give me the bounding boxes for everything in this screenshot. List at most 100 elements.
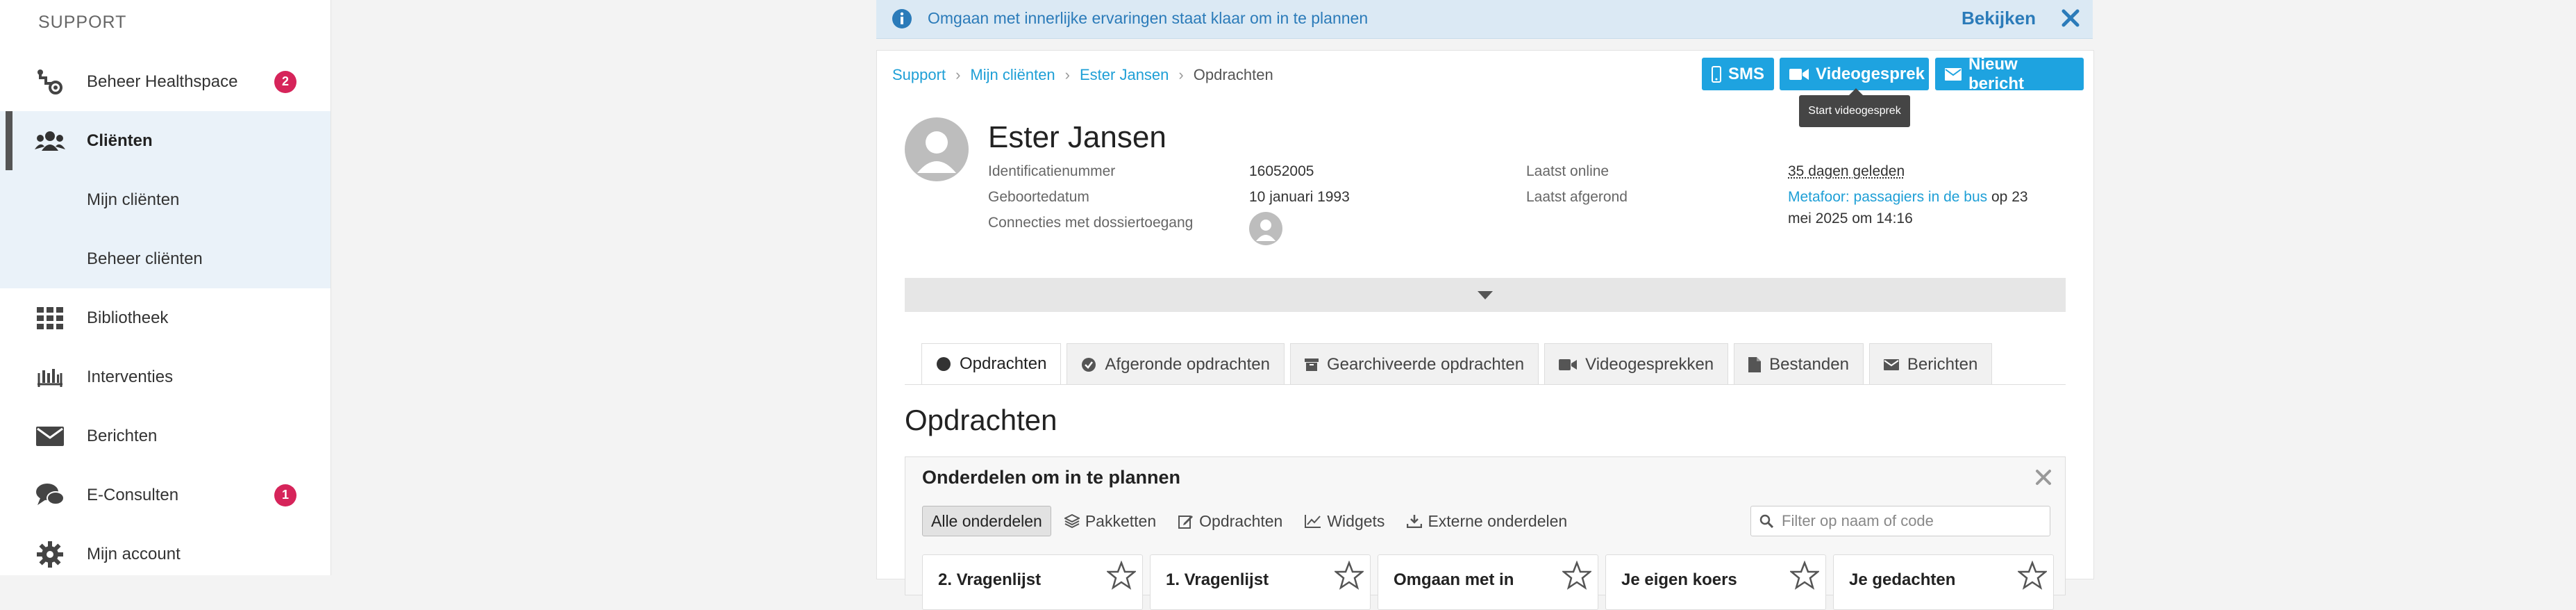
sidebar-item-interventies[interactable]: Interventies — [0, 347, 331, 406]
last-completed-suffix: op 23 — [1987, 189, 2028, 205]
last-completed-label: Laatst afgerond — [1526, 189, 1628, 205]
filter-all-items[interactable]: Alle onderdelen — [922, 506, 1051, 536]
tab-afgeronde-opdrachten[interactable]: Afgeronde opdrachten — [1067, 343, 1285, 385]
sidebar-item-e-consulten[interactable]: E-Consulten 1 — [0, 465, 331, 525]
notification-bar: Omgaan met innerlijke ervaringen staat k… — [876, 0, 2093, 39]
star-icon[interactable] — [1335, 561, 1364, 590]
star-icon[interactable] — [2018, 561, 2047, 590]
last-completed-link[interactable]: Metafoor: passagiers in de bus — [1788, 189, 1987, 205]
sidebar-item-beheer-healthspace[interactable]: Beheer Healthspace 2 — [0, 52, 331, 111]
tab-berichten[interactable]: Berichten — [1868, 343, 1993, 385]
sidebar-header: SUPPORT — [38, 13, 127, 32]
sidebar-item-label: Mijn account — [87, 544, 181, 563]
id-label: Identificatienummer — [988, 163, 1116, 179]
new-message-button-label: Nieuw bericht — [1968, 54, 2025, 93]
sms-button-label: SMS — [1728, 64, 1765, 83]
tab-label: Bestanden — [1769, 354, 1849, 374]
plan-item-tile[interactable]: 1. Vragenlijst — [1150, 554, 1371, 610]
sidebar-item-label: Cliënten — [87, 131, 153, 150]
plan-item-tile[interactable]: Omgaan met in — [1378, 554, 1598, 610]
layers-icon — [1064, 514, 1080, 528]
filter-packages[interactable]: Pakketten — [1055, 506, 1165, 536]
main-content: Omgaan met innerlijke ervaringen staat k… — [876, 0, 2094, 610]
plan-item-tile[interactable]: Je eigen koers — [1605, 554, 1826, 610]
breadcrumb-link[interactable]: Ester Jansen — [1080, 66, 1169, 84]
sidebar-item-clienten[interactable]: Cliënten — [0, 111, 331, 170]
tab-label: Afgeronde opdrachten — [1105, 354, 1270, 374]
sidebar-item-mijn-account[interactable]: Mijn account — [0, 525, 331, 575]
notification-text: Omgaan met innerlijke ervaringen staat k… — [928, 9, 1369, 27]
breadcrumb-link[interactable]: Mijn cliënten — [970, 66, 1055, 84]
connection-avatar[interactable] — [1249, 212, 1282, 245]
chart-icon — [1305, 514, 1321, 528]
filter-label: Opdrachten — [1199, 511, 1283, 530]
expand-details-bar[interactable] — [905, 278, 2066, 312]
close-icon[interactable] — [2058, 6, 2083, 31]
client-name: Ester Jansen — [988, 120, 1166, 154]
star-icon[interactable] — [1790, 561, 1819, 590]
plan-item-title: 1. Vragenlijst — [1166, 570, 1269, 589]
caret-down-icon — [1478, 290, 1493, 299]
edit-icon — [1178, 513, 1194, 529]
breadcrumb: Support › Mijn cliënten › Ester Jansen ›… — [892, 66, 1273, 84]
sidebar-item-berichten[interactable]: Berichten — [0, 406, 331, 465]
grid-icon — [35, 303, 65, 333]
sidebar-item-label: Berichten — [87, 426, 158, 445]
mobile-phone-icon — [1712, 65, 1721, 83]
users-icon — [35, 126, 65, 156]
filter-assignments[interactable]: Opdrachten — [1169, 506, 1291, 536]
sidebar-item-label: Interventies — [87, 367, 174, 386]
sidebar-item-bibliotheek[interactable]: Bibliotheek — [0, 288, 331, 347]
tab-label: Videogesprekken — [1585, 354, 1714, 374]
sidebar-item-label: E-Consulten — [87, 485, 179, 504]
filter-label: Widgets — [1327, 511, 1385, 530]
plan-item-tile[interactable]: 2. Vragenlijst — [922, 554, 1143, 610]
chevron-right-icon: › — [1064, 66, 1070, 83]
tab-gearchiveerde-opdrachten[interactable]: Gearchiveerde opdrachten — [1289, 343, 1539, 385]
breadcrumb-link[interactable]: Support — [892, 66, 946, 84]
new-message-button[interactable]: Nieuw bericht — [1935, 55, 2084, 93]
download-icon — [1407, 514, 1423, 528]
video-call-tooltip: Start videogesprek — [1799, 88, 1910, 127]
chevron-right-icon: › — [955, 66, 961, 83]
sidebar: SUPPORT Beheer Healthspace 2 Cliënten Mi… — [0, 0, 331, 575]
sidebar-item-label: Mijn cliënten — [87, 190, 180, 209]
id-value: 16052005 — [1249, 163, 1314, 179]
dob-value: 10 januari 1993 — [1249, 189, 1350, 205]
gear-icon — [35, 539, 65, 570]
filter-label: Alle onderdelen — [931, 511, 1042, 530]
last-online-label: Laatst online — [1526, 163, 1609, 179]
client-avatar — [905, 117, 969, 181]
file-icon — [1748, 356, 1762, 372]
connections-label: Connecties met dossiertoegang — [988, 215, 1194, 231]
sidebar-item-label: Beheer Healthspace — [87, 72, 238, 91]
star-icon[interactable] — [1562, 561, 1591, 590]
archive-icon — [1304, 358, 1319, 372]
filter-widgets[interactable]: Widgets — [1296, 506, 1394, 536]
notification-view-link[interactable]: Bekijken — [1962, 8, 2036, 29]
last-completed-date: mei 2025 om 14:16 — [1788, 211, 1913, 226]
search-icon — [1759, 514, 1773, 528]
sms-button[interactable]: SMS — [1702, 58, 1774, 90]
sidebar-item-mijn-clienten[interactable]: Mijn cliënten — [0, 170, 331, 229]
tab-videogesprekken[interactable]: Videogesprekken — [1544, 343, 1729, 385]
video-call-button[interactable]: Videogesprek — [1780, 58, 1929, 90]
client-card: Support › Mijn cliënten › Ester Jansen ›… — [876, 50, 2094, 610]
video-icon — [1559, 358, 1578, 371]
info-icon — [892, 8, 912, 29]
last-completed-value: Metafoor: passagiers in de bus op 23 — [1788, 189, 2028, 206]
envelope-icon — [1945, 67, 1962, 81]
tab-opdrachten[interactable]: Opdrachten — [921, 343, 1062, 385]
filter-external-items[interactable]: Externe onderdelen — [1398, 506, 1576, 536]
star-icon[interactable] — [1107, 561, 1136, 590]
notification-badge: 2 — [274, 70, 296, 93]
tab-divider — [905, 384, 2066, 385]
plan-item-title: Je gedachten — [1849, 570, 1956, 589]
close-icon[interactable] — [2033, 467, 2054, 488]
filter-search-input[interactable] — [1780, 511, 2033, 531]
tab-label: Opdrachten — [960, 354, 1047, 373]
sidebar-item-beheer-clienten[interactable]: Beheer cliënten — [0, 229, 331, 288]
plan-item-tile[interactable]: Je gedachten — [1833, 554, 2054, 610]
tab-bestanden[interactable]: Bestanden — [1734, 343, 1864, 385]
circle-icon — [936, 356, 951, 372]
